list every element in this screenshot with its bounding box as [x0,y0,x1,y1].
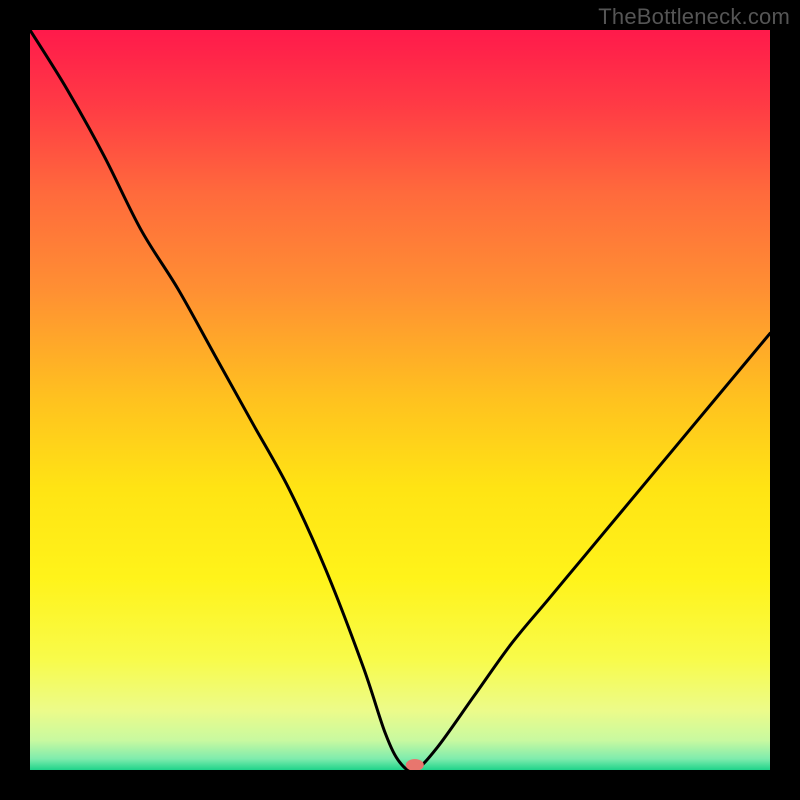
plot-area [30,30,770,770]
chart-frame: TheBottleneck.com [0,0,800,800]
watermark-text: TheBottleneck.com [598,4,790,30]
chart-background-gradient [30,30,770,770]
bottleneck-chart-svg [30,30,770,770]
